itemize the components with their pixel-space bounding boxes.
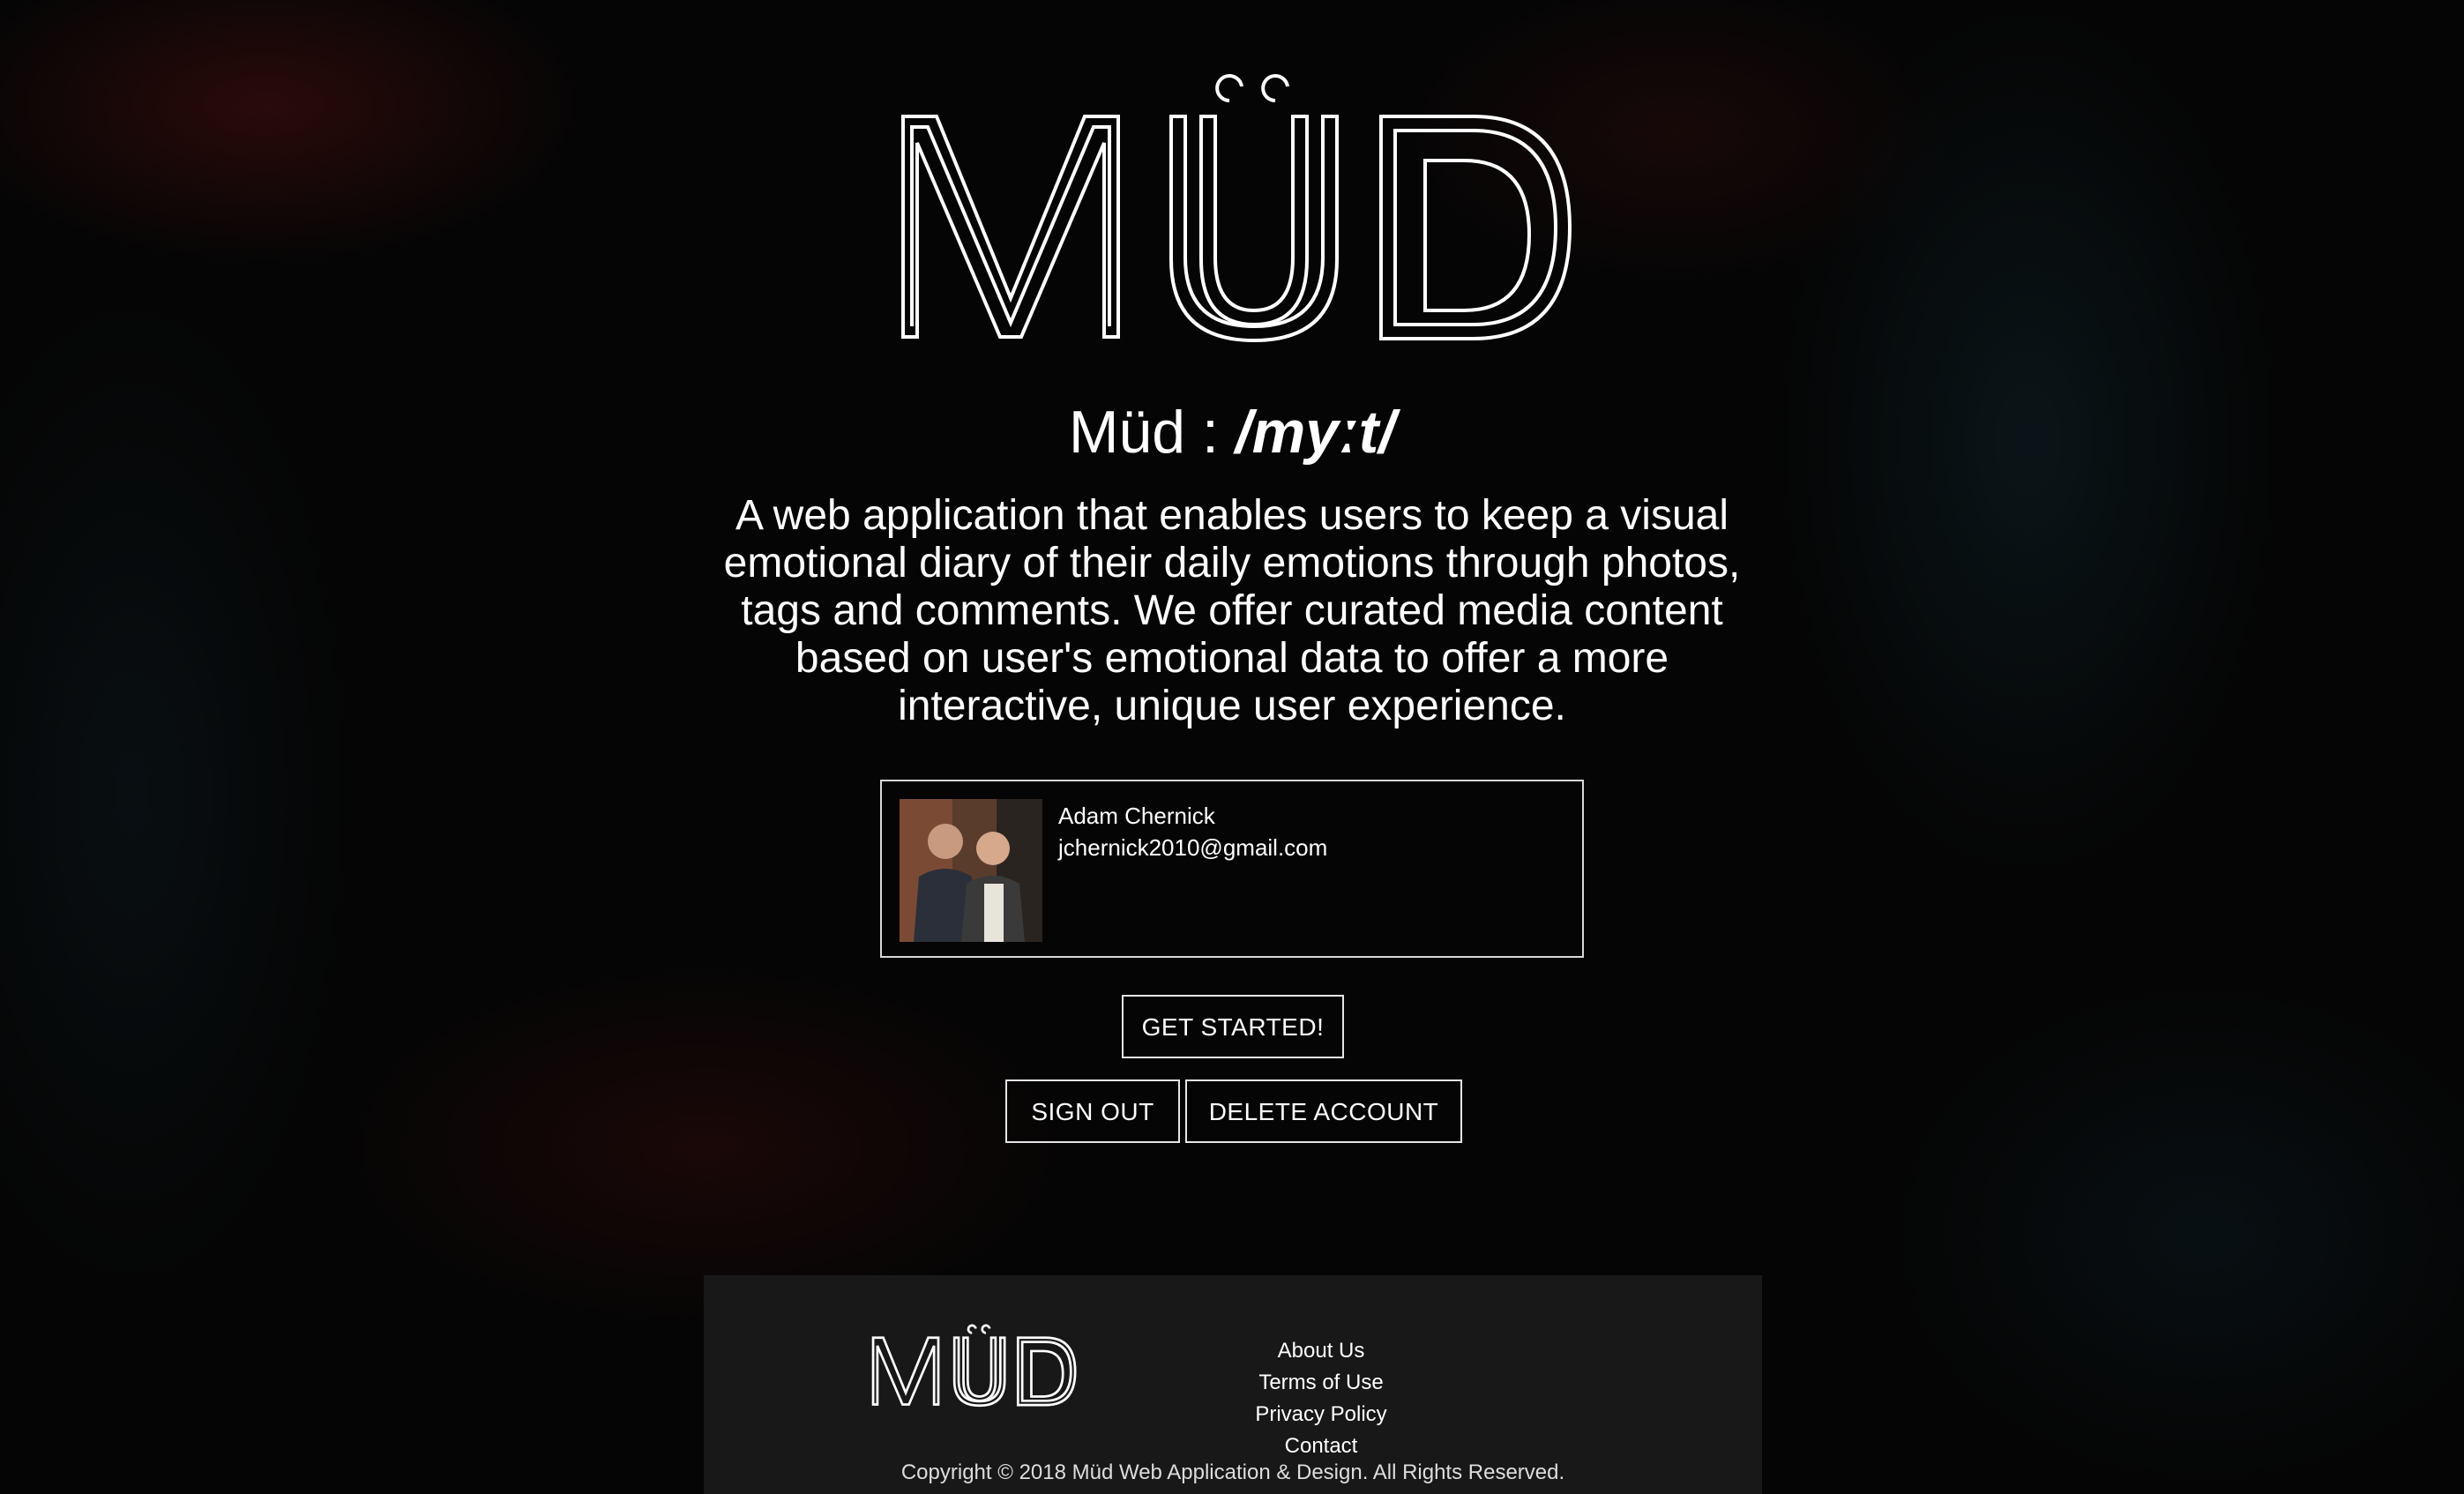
pronunciation-heading: Müd : /myːt/ [0,395,2464,469]
get-started-button[interactable]: GET STARTED! [1122,995,1344,1058]
footer-logo[interactable] [868,1321,1079,1409]
footer-link-contact[interactable]: Contact [1206,1431,1436,1462]
mud-logo [891,62,1579,353]
profile-card: Adam Chernick jchernick2010@gmail.com [880,780,1584,958]
delete-account-button[interactable]: DELETE ACCOUNT [1185,1079,1462,1143]
footer: About Us Terms of Use Privacy Policy Con… [704,1275,1762,1494]
definition-word: Müd : [1068,399,1236,466]
footer-link-terms-of-use[interactable]: Terms of Use [1206,1367,1436,1399]
footer-links: About Us Terms of Use Privacy Policy Con… [1206,1335,1436,1462]
footer-link-privacy-policy[interactable]: Privacy Policy [1206,1399,1436,1431]
copyright-text: Copyright © 2018 Müd Web Application & D… [900,1460,1565,1484]
app-description: A web application that enables users to … [723,492,1741,729]
profile-name: Adam Chernick [1058,803,1215,829]
sign-out-button[interactable]: SIGN OUT [1005,1079,1180,1143]
footer-link-about-us[interactable]: About Us [1206,1335,1436,1367]
avatar [900,799,1042,942]
profile-email: jchernick2010@gmail.com [1058,834,1328,861]
definition-pronunciation: /myːt/ [1235,399,1396,466]
